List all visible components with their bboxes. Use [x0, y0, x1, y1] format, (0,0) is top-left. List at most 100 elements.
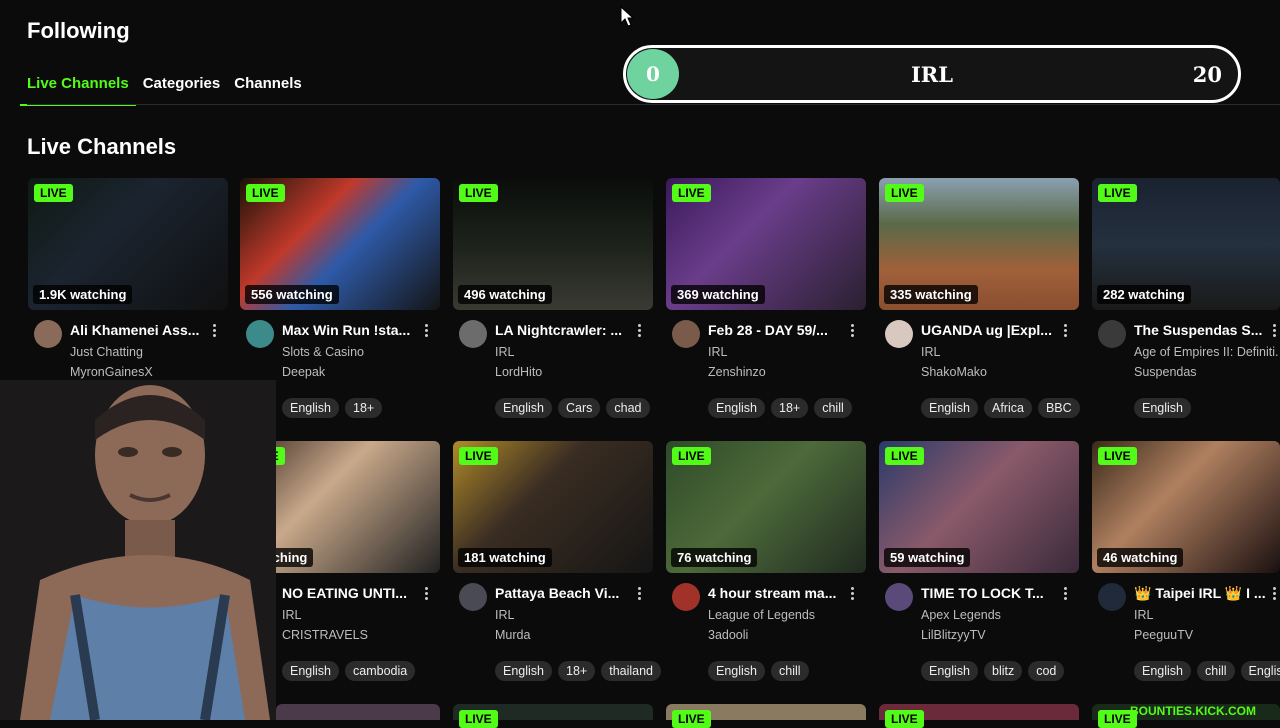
streamer-name[interactable]: MyronGainesX	[70, 365, 153, 379]
category-link[interactable]: Slots & Casino	[282, 345, 364, 359]
tag-chip[interactable]: BBC	[1037, 398, 1080, 418]
tag-chip[interactable]: English	[708, 661, 765, 681]
stream-thumbnail[interactable]: LIVE 76 watching	[666, 441, 866, 573]
streamer-name[interactable]: ShakoMako	[921, 365, 987, 379]
tag-chip[interactable]: English	[495, 398, 552, 418]
stream-title[interactable]: LA Nightcrawler: ...	[495, 322, 635, 338]
stream-title[interactable]: UGANDA ug |Expl...	[921, 322, 1061, 338]
stream-title[interactable]: 👑 Taipei IRL 👑 I ...	[1134, 585, 1274, 602]
avatar[interactable]	[885, 583, 913, 611]
category-link[interactable]: Just Chatting	[70, 345, 143, 359]
category-link[interactable]: IRL	[495, 345, 514, 359]
avatar[interactable]	[1098, 320, 1126, 348]
tab-categories[interactable]: Categories	[136, 72, 228, 106]
more-options-icon[interactable]	[850, 587, 856, 601]
stream-thumbnail[interactable]: LIVE 46 watching	[1092, 441, 1280, 573]
tab-channels[interactable]: Channels	[227, 72, 309, 106]
tag-chip[interactable]: English	[921, 398, 978, 418]
stream-thumbnail[interactable]: LIVE	[666, 704, 866, 728]
stream-card[interactable]: LIVE 46 watching 👑 Taipei IRL 👑 I ... IR…	[1092, 441, 1280, 681]
avatar[interactable]	[34, 320, 62, 348]
tag-chip[interactable]: English	[282, 661, 339, 681]
stream-title[interactable]: Feb 28 - DAY 59/...	[708, 322, 848, 338]
stream-title[interactable]: TIME TO LOCK T...	[921, 585, 1061, 601]
stream-title[interactable]: 4 hour stream ma...	[708, 585, 848, 601]
tag-chip[interactable]: English	[1134, 398, 1191, 418]
tag-chip[interactable]: 18+	[558, 661, 596, 681]
tag-chip[interactable]: chad	[606, 398, 650, 418]
more-options-icon[interactable]	[1272, 587, 1278, 601]
stream-thumbnail[interactable]: LIVE 181 watching	[453, 441, 653, 573]
stream-title[interactable]: Max Win Run !sta...	[282, 322, 422, 338]
stream-thumbnail[interactable]: LIVE 59 watching	[879, 441, 1079, 573]
stream-title[interactable]: Pattaya Beach Vi...	[495, 585, 635, 601]
more-options-icon[interactable]	[212, 324, 218, 338]
streamer-name[interactable]: Deepak	[282, 365, 325, 379]
tag-chip[interactable]: English	[282, 398, 339, 418]
stream-thumbnail[interactable]	[276, 704, 440, 720]
stream-thumbnail[interactable]: LIVE 1.9K watching	[28, 178, 228, 310]
tag-chip[interactable]: English	[1134, 661, 1191, 681]
slider-overlay[interactable]: 0 IRL 20	[623, 45, 1241, 103]
more-options-icon[interactable]	[1272, 324, 1278, 338]
tag-chip[interactable]: 18+	[771, 398, 809, 418]
stream-card[interactable]: LIVE 369 watching Feb 28 - DAY 59/... IR…	[666, 178, 866, 418]
stream-thumbnail[interactable]: LIVE	[879, 704, 1079, 728]
stream-card[interactable]: LIVE 59 watching TIME TO LOCK T... Apex …	[879, 441, 1079, 681]
tab-live-channels[interactable]: Live Channels	[20, 72, 136, 106]
stream-thumbnail[interactable]: LIVE 496 watching	[453, 178, 653, 310]
stream-title[interactable]: Ali Khamenei Ass...	[70, 322, 210, 338]
streamer-name[interactable]: 3adooli	[708, 628, 748, 642]
streamer-name[interactable]: Suspendas	[1134, 365, 1197, 379]
stream-thumbnail[interactable]: LIVE 282 watching	[1092, 178, 1280, 310]
tag-chip[interactable]: English	[708, 398, 765, 418]
streamer-name[interactable]: CRISTRAVELS	[282, 628, 368, 642]
stream-thumbnail[interactable]: LIVE 335 watching	[879, 178, 1079, 310]
tag-chip[interactable]: cod	[1028, 661, 1065, 681]
stream-card[interactable]: LIVE 282 watching The Suspendas S... Age…	[1092, 178, 1280, 418]
stream-thumbnail[interactable]: LIVE 369 watching	[666, 178, 866, 310]
category-link[interactable]: IRL	[921, 345, 940, 359]
tag-chip[interactable]: chill	[771, 661, 809, 681]
avatar[interactable]	[885, 320, 913, 348]
streamer-name[interactable]: Murda	[495, 628, 530, 642]
category-link[interactable]: IRL	[1134, 608, 1153, 622]
tag-chip[interactable]: blitz	[984, 661, 1023, 681]
tag-chip[interactable]: Cars	[558, 398, 601, 418]
avatar[interactable]	[1098, 583, 1126, 611]
avatar[interactable]	[246, 320, 274, 348]
stream-card[interactable]: LIVE 76 watching 4 hour stream ma... Lea…	[666, 441, 866, 681]
stream-thumbnail[interactable]: LIVE BOUNTIES.KICK.COM	[1092, 704, 1280, 728]
more-options-icon[interactable]	[424, 587, 430, 601]
tag-chip[interactable]: English	[1240, 661, 1280, 681]
avatar[interactable]	[459, 583, 487, 611]
stream-thumbnail[interactable]: LIVE 556 watching	[240, 178, 440, 310]
category-link[interactable]: IRL	[282, 608, 301, 622]
streamer-name[interactable]: LilBlitzyyTV	[921, 628, 986, 642]
avatar[interactable]	[672, 583, 700, 611]
streamer-name[interactable]: PeeguuTV	[1134, 628, 1193, 642]
more-options-icon[interactable]	[1063, 324, 1069, 338]
stream-title[interactable]: NO EATING UNTI...	[282, 585, 422, 601]
tag-chip[interactable]: cambodia	[345, 661, 416, 681]
more-options-icon[interactable]	[637, 324, 643, 338]
tag-chip[interactable]: English	[921, 661, 978, 681]
tag-chip[interactable]: chill	[814, 398, 852, 418]
more-options-icon[interactable]	[424, 324, 430, 338]
avatar[interactable]	[459, 320, 487, 348]
tag-chip[interactable]: Africa	[984, 398, 1032, 418]
stream-card[interactable]: LIVE 1.9K watching Ali Khamenei Ass... J…	[28, 178, 228, 380]
tag-chip[interactable]: English	[495, 661, 552, 681]
category-link[interactable]: League of Legends	[708, 608, 815, 622]
category-link[interactable]: IRL	[708, 345, 727, 359]
stream-card[interactable]: LIVE 335 watching UGANDA ug |Expl... IRL…	[879, 178, 1080, 418]
more-options-icon[interactable]	[850, 324, 856, 338]
category-link[interactable]: Apex Legends	[921, 608, 1001, 622]
tag-chip[interactable]: thailand	[601, 661, 662, 681]
tag-chip[interactable]: chill	[1197, 661, 1235, 681]
stream-card[interactable]: LIVE 181 watching Pattaya Beach Vi... IR…	[453, 441, 662, 681]
category-link[interactable]: IRL	[495, 608, 514, 622]
stream-title[interactable]: The Suspendas S...	[1134, 322, 1274, 338]
more-options-icon[interactable]	[637, 587, 643, 601]
streamer-name[interactable]: Zenshinzo	[708, 365, 766, 379]
